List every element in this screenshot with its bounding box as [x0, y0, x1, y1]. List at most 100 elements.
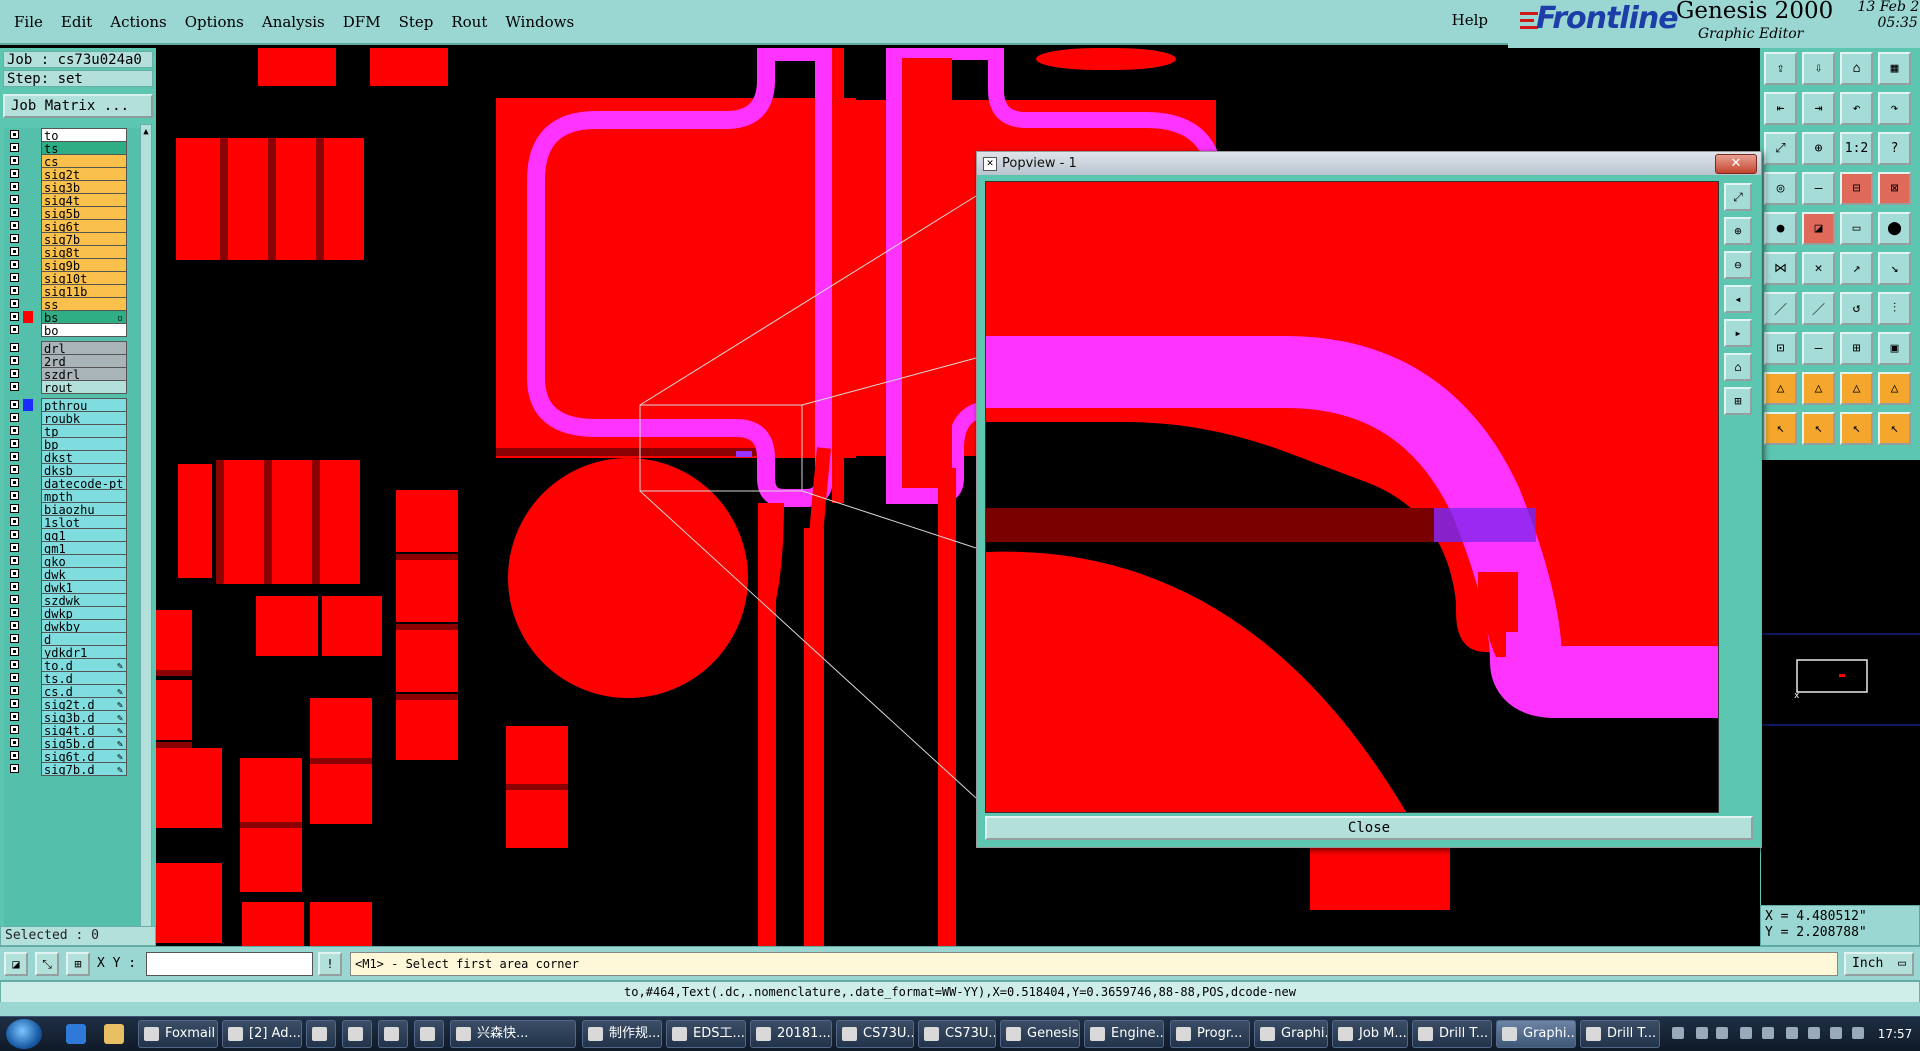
open-job-icon[interactable]: ⇪: [1764, 52, 1797, 85]
layer-name[interactable]: sig6t.d ✎: [41, 749, 127, 763]
tray-help-icon[interactable]: [1696, 1027, 1708, 1039]
layout-icon[interactable]: ▦: [1878, 52, 1911, 85]
zoom-area-icon[interactable]: ⊕: [1802, 132, 1835, 165]
layer-row-sig4t[interactable]: sig4t: [4, 193, 128, 207]
taskbar-button[interactable]: Graphi...: [1254, 1020, 1328, 1048]
layer-name[interactable]: sig3b.d ✎: [41, 710, 127, 724]
popview-zoom-drawing[interactable]: [986, 182, 1718, 812]
dimension-icon[interactable]: ―: [1802, 332, 1835, 365]
layer-row-datecode-pt[interactable]: datecode-pt: [4, 476, 128, 490]
layer-row-to.d[interactable]: to.d ✎: [4, 658, 128, 672]
layer-checkbox[interactable]: [10, 517, 19, 526]
layer-checkbox[interactable]: [10, 169, 19, 178]
layer-name[interactable]: ts.d: [41, 671, 127, 685]
layer-name[interactable]: 1slot: [41, 515, 127, 529]
taskbar-button[interactable]: Foxmail: [138, 1020, 218, 1048]
layer-checkbox[interactable]: [10, 130, 19, 139]
layer-name[interactable]: sig8t: [41, 245, 127, 259]
zoom-home-icon[interactable]: ⌂: [1724, 353, 1752, 381]
layer-name[interactable]: sig2t: [41, 167, 127, 181]
layer-name[interactable]: drl: [41, 341, 127, 355]
layer-row-dwkp[interactable]: dwkp: [4, 606, 128, 620]
layer-name[interactable]: datecode-pt: [41, 476, 127, 490]
drag-pointer-icon[interactable]: ↖: [1878, 412, 1911, 445]
layer-name[interactable]: sig10t: [41, 271, 127, 285]
move-pointer-icon[interactable]: ↖: [1840, 412, 1873, 445]
point-icon[interactable]: ⊡: [1764, 332, 1797, 365]
taskbar-button[interactable]: [342, 1020, 372, 1048]
grid-icon[interactable]: ⊞: [66, 952, 90, 976]
layer-row-sig8t[interactable]: sig8t: [4, 245, 128, 259]
layer-row-gko[interactable]: gko: [4, 554, 128, 568]
layer-name[interactable]: bs ▫: [41, 310, 127, 324]
popview-close-button[interactable]: Close: [985, 816, 1753, 840]
layer-row-gg1[interactable]: gg1: [4, 528, 128, 542]
measure-icon[interactable]: ⤡: [35, 952, 59, 976]
taskbar-button[interactable]: Progr...: [1170, 1020, 1250, 1048]
layer-checkbox[interactable]: [10, 712, 19, 721]
layer-checkbox[interactable]: [10, 595, 19, 604]
zoom-one-icon[interactable]: 1:2: [1840, 132, 1873, 165]
tray-keyboard-icon[interactable]: [1672, 1027, 1684, 1039]
layer-checkbox[interactable]: [10, 260, 19, 269]
layer-row-mpth[interactable]: mpth: [4, 489, 128, 503]
layer-row-pthrou[interactable]: pthrou: [4, 398, 128, 412]
vertex-icon[interactable]: △: [1802, 372, 1835, 405]
layer-name[interactable]: sig6t: [41, 219, 127, 233]
layer-row-bs[interactable]: bs ▫: [4, 310, 128, 324]
folder-icon[interactable]: [104, 1024, 124, 1044]
taskbar-button[interactable]: Job M...: [1332, 1020, 1408, 1048]
cluster-icon[interactable]: ▣: [1878, 332, 1911, 365]
taskbar-button[interactable]: EDS工...: [666, 1020, 746, 1048]
menu-dfm[interactable]: DFM: [343, 13, 381, 31]
layer-row-dksb[interactable]: dksb: [4, 463, 128, 477]
layer-checkbox[interactable]: [10, 582, 19, 591]
layer-row-sig6t[interactable]: sig6t: [4, 219, 128, 233]
menu-help[interactable]: Help: [1452, 11, 1488, 29]
tray-volume-icon[interactable]: [1852, 1027, 1864, 1039]
layer-name[interactable]: ts: [41, 141, 127, 155]
layer-checkbox[interactable]: [10, 647, 19, 656]
layer-name[interactable]: sig4t: [41, 193, 127, 207]
menu-file[interactable]: File: [14, 13, 43, 31]
layer-row-biaozhu[interactable]: biaozhu: [4, 502, 128, 516]
layer-checkbox[interactable]: [10, 208, 19, 217]
pan-left-icon[interactable]: ◂: [1724, 285, 1752, 313]
pan-right-icon[interactable]: ▸: [1724, 319, 1752, 347]
help-icon[interactable]: ?: [1878, 132, 1911, 165]
layer-name[interactable]: dkst: [41, 450, 127, 464]
ie-icon[interactable]: [66, 1024, 86, 1044]
scroll-up-icon[interactable]: ▲: [141, 126, 151, 138]
taskbar-clock[interactable]: 17:57: [1872, 1017, 1918, 1051]
layer-name[interactable]: mpth: [41, 489, 127, 503]
triangle-icon[interactable]: △: [1764, 372, 1797, 405]
layer-row-roubk[interactable]: roubk: [4, 411, 128, 425]
taskbar-button[interactable]: Drill T...: [1412, 1020, 1492, 1048]
layer-name[interactable]: sig11b: [41, 284, 127, 298]
step-left-icon[interactable]: ⇤: [1764, 92, 1797, 125]
layer-scrollbar[interactable]: ▲ ▼: [140, 124, 152, 969]
layer-checkbox[interactable]: [10, 569, 19, 578]
layer-row-sig2t[interactable]: sig2t: [4, 167, 128, 181]
layer-row-sig5b.d[interactable]: sig5b.d ✎: [4, 736, 128, 750]
layer-row-szdrl[interactable]: szdrl: [4, 367, 128, 381]
layer-checkbox[interactable]: [10, 556, 19, 565]
layer-name[interactable]: bp: [41, 437, 127, 451]
layer-row-ts[interactable]: ts: [4, 141, 128, 155]
taskbar-button[interactable]: 20181...: [750, 1020, 832, 1048]
layer-checkbox[interactable]: [10, 478, 19, 487]
layer-row-szdwk[interactable]: szdwk: [4, 593, 128, 607]
home-icon[interactable]: ⌂: [1840, 52, 1873, 85]
layer-name[interactable]: sig7b: [41, 232, 127, 246]
start-button[interactable]: [6, 1019, 42, 1049]
layer-checkbox[interactable]: [10, 725, 19, 734]
layer-checkbox[interactable]: [10, 299, 19, 308]
layer-name[interactable]: szdwk: [41, 593, 127, 607]
break-icon[interactable]: ↘: [1878, 252, 1911, 285]
job-matrix-button[interactable]: Job Matrix ...: [3, 94, 153, 118]
layer-name[interactable]: ss: [41, 297, 127, 311]
layer-row-sig7b.d[interactable]: sig7b.d ✎: [4, 762, 128, 776]
layer-checkbox[interactable]: [10, 234, 19, 243]
layer-checkbox[interactable]: [10, 221, 19, 230]
layer-row-sig6t.d[interactable]: sig6t.d ✎: [4, 749, 128, 763]
